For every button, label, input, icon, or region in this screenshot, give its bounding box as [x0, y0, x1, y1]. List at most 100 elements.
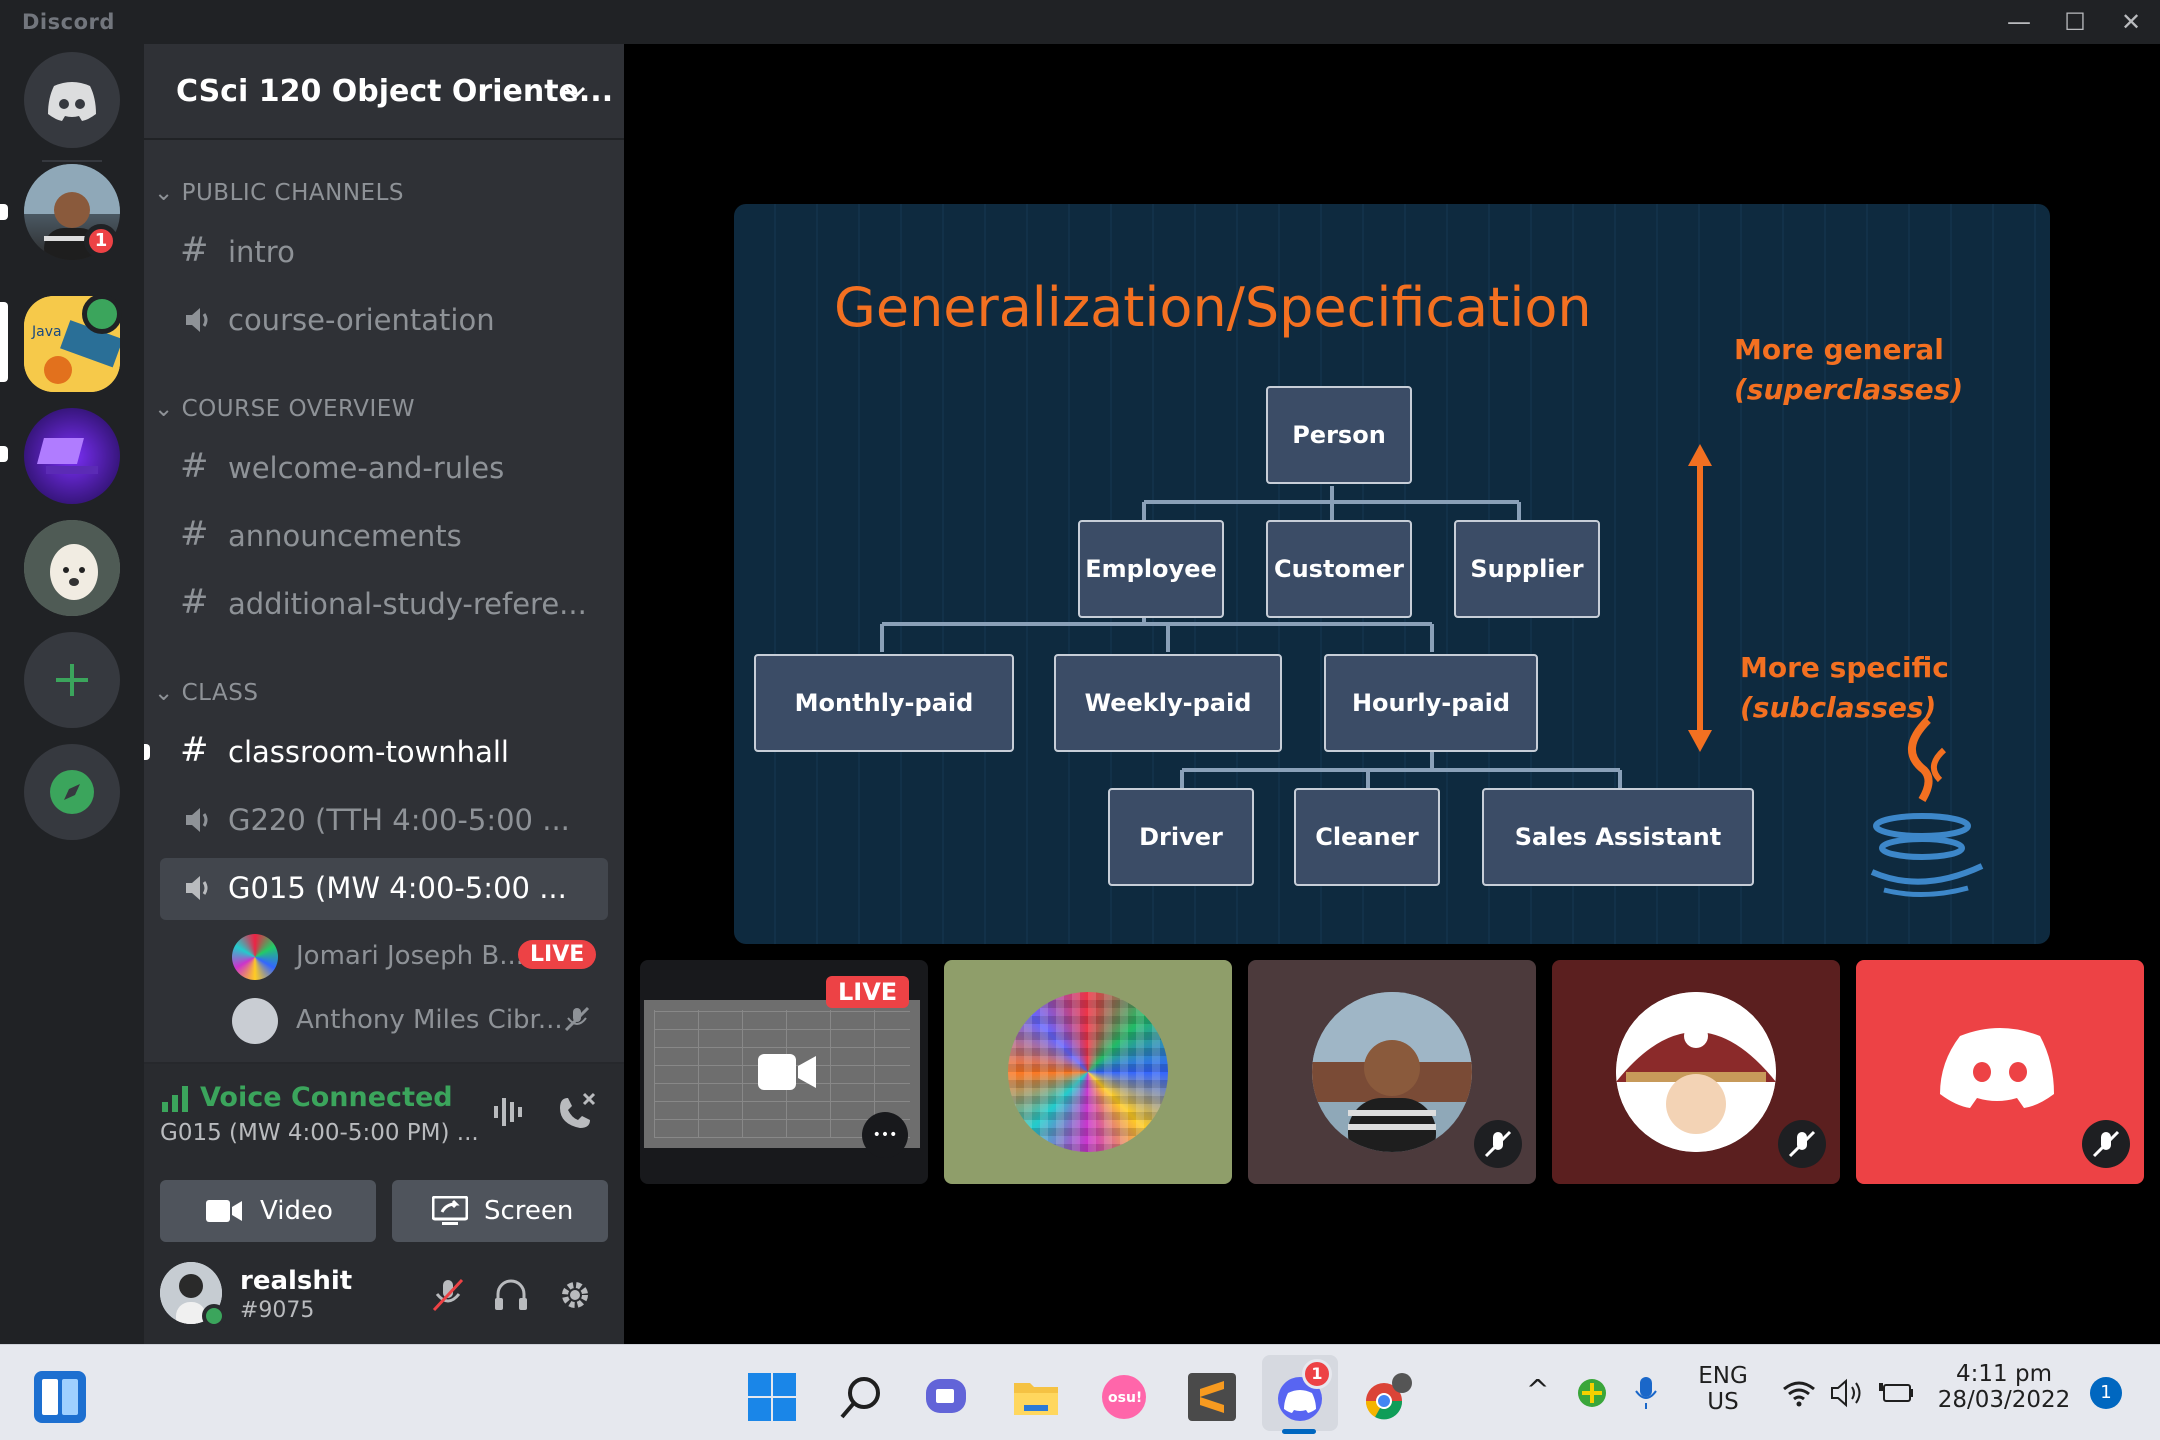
battery-icon[interactable]	[1878, 1379, 1914, 1407]
muted-mic-icon	[2092, 1130, 2120, 1158]
explore-button[interactable]	[24, 744, 120, 840]
noise-suppression-icon[interactable]	[490, 1094, 530, 1130]
plus-icon	[56, 664, 88, 696]
minimize-button[interactable]: —	[1992, 4, 2046, 40]
server-icon-purple[interactable]	[24, 408, 120, 504]
channel-g015[interactable]: G015 (MW 4:00-5:00 ...	[160, 858, 608, 920]
locked-hashtag-icon: #	[180, 582, 209, 622]
channel-classroom-townhall[interactable]: # classroom-townhall	[160, 722, 608, 784]
node-driver: Driver	[1108, 788, 1254, 886]
widgets-icon[interactable]	[34, 1371, 86, 1423]
avatar	[232, 998, 278, 1044]
osu-icon[interactable]: osu!	[1098, 1371, 1150, 1423]
voice-channel-name[interactable]: G015 (MW 4:00-5:00 PM) ...	[160, 1120, 479, 1146]
add-server-button[interactable]	[24, 632, 120, 728]
video-label: Video	[260, 1196, 333, 1226]
notification-count[interactable]: 1	[2090, 1377, 2122, 1409]
search-icon[interactable]	[834, 1371, 886, 1423]
category-label: PUBLIC CHANNELS	[181, 180, 404, 206]
category-label: COURSE OVERVIEW	[181, 396, 415, 422]
lang-line: US	[1707, 1389, 1739, 1415]
widgets-pane	[42, 1379, 58, 1415]
channel-additional-study[interactable]: # additional-study-refere...	[160, 574, 608, 636]
tile-participant-3[interactable]	[1552, 960, 1840, 1184]
file-explorer-icon[interactable]	[1010, 1371, 1062, 1423]
node-hourly-paid: Hourly-paid	[1324, 654, 1538, 752]
wifi-icon[interactable]	[1782, 1379, 1816, 1407]
unread-pill-2	[0, 446, 8, 462]
tile-participant-4[interactable]	[1856, 960, 2144, 1184]
online-status-icon	[202, 1304, 226, 1328]
username: realshit	[240, 1266, 353, 1296]
voice-channel-icon	[186, 808, 208, 832]
server-rail: 1 Java	[0, 44, 144, 1344]
more-general-note: More general (superclasses)	[1734, 330, 1963, 410]
channel-course-orientation[interactable]: course-orientation	[160, 290, 608, 352]
category-overview[interactable]: ⌄ COURSE OVERVIEW	[154, 396, 415, 422]
gear-icon[interactable]	[556, 1276, 594, 1314]
avatar	[232, 934, 278, 980]
close-button[interactable]: ✕	[2104, 4, 2158, 40]
input-language[interactable]: ENG US	[1690, 1363, 1756, 1415]
node-sales-assistant: Sales Assistant	[1482, 788, 1754, 886]
more-options-button[interactable]: •••	[862, 1112, 908, 1158]
sublime-text-icon[interactable]	[1186, 1371, 1238, 1423]
start-tile	[773, 1398, 796, 1421]
chrome-icon[interactable]	[1362, 1371, 1414, 1423]
channel-announcements[interactable]: # announcements	[160, 506, 608, 568]
note-line: (superclasses)	[1734, 373, 1964, 406]
channel-label: classroom-townhall	[228, 735, 509, 769]
node-weekly-paid: Weekly-paid	[1054, 654, 1282, 752]
voice-user-jomari[interactable]: Jomari Joseph B... LIVE	[232, 928, 612, 984]
start-icon[interactable]	[746, 1371, 798, 1423]
channel-label: intro	[228, 235, 295, 269]
disconnect-icon[interactable]	[554, 1090, 598, 1132]
volume-icon[interactable]	[1830, 1377, 1864, 1409]
category-public[interactable]: ⌄ PUBLIC CHANNELS	[154, 180, 404, 206]
channel-sidebar: CSci 120 Object Oriente... ⌄ PUBLIC CHAN…	[144, 44, 624, 1344]
voice-connection-panel: Voice Connected G015 (MW 4:00-5:00 PM) .…	[144, 1062, 624, 1272]
voice-status: Voice Connected	[200, 1082, 453, 1113]
node-monthly-paid: Monthly-paid	[754, 654, 1014, 752]
tile-participant-2[interactable]	[1248, 960, 1536, 1184]
teams-chat-icon[interactable]	[922, 1371, 974, 1423]
shared-slide[interactable]: Generalization/Specification Person Empl…	[734, 204, 2050, 944]
person-avatar-icon	[1312, 992, 1472, 1152]
channel-label: course-orientation	[228, 303, 495, 337]
unread-indicator	[144, 744, 150, 760]
voice-channel-icon	[186, 876, 208, 900]
voice-user-anthony[interactable]: Anthony Miles Cibr...	[232, 992, 612, 1048]
guild-header[interactable]: CSci 120 Object Oriente...	[144, 44, 624, 140]
category-class[interactable]: ⌄ CLASS	[154, 680, 258, 706]
channel-welcome-and-rules[interactable]: # welcome-and-rules	[160, 438, 608, 500]
microphone-icon[interactable]	[1634, 1375, 1658, 1411]
node-employee: Employee	[1078, 520, 1224, 618]
node-supplier: Supplier	[1454, 520, 1600, 618]
channel-intro[interactable]: # intro	[160, 222, 608, 284]
pixel-pattern	[1008, 992, 1168, 1152]
participant-avatar	[1616, 992, 1776, 1152]
start-tile	[748, 1398, 771, 1421]
title-bar: Discord — ☐ ✕	[0, 0, 2160, 44]
home-button[interactable]	[24, 52, 120, 148]
server-icon-dog[interactable]	[24, 520, 120, 616]
tile-stream-preview[interactable]: LIVE •••	[640, 960, 928, 1184]
tile-participant-1[interactable]	[944, 960, 1232, 1184]
camera-icon	[206, 1200, 242, 1222]
tray-overflow-icon[interactable]: ^	[1526, 1373, 1549, 1406]
clock[interactable]: 4:11 pm 28/03/2022	[1936, 1361, 2072, 1413]
clock-date: 28/03/2022	[1937, 1387, 2071, 1413]
mute-mic-icon[interactable]	[430, 1276, 466, 1314]
video-button[interactable]: Video	[160, 1180, 376, 1242]
headphones-icon[interactable]	[492, 1276, 530, 1314]
channel-label: G015 (MW 4:00-5:00 ...	[228, 871, 567, 905]
screen-share-button[interactable]: Screen	[392, 1180, 608, 1242]
maximize-button[interactable]: ☐	[2048, 4, 2102, 40]
unread-pill	[0, 204, 8, 220]
hashtag-icon: #	[180, 230, 209, 270]
channel-label: additional-study-refere...	[228, 587, 587, 621]
channel-g220[interactable]: G220 (TTH 4:00-5:00 ...	[160, 790, 608, 852]
selected-pill	[0, 302, 8, 382]
java-logo-icon	[1870, 717, 1984, 897]
tray-app-icon[interactable]	[1576, 1377, 1608, 1409]
